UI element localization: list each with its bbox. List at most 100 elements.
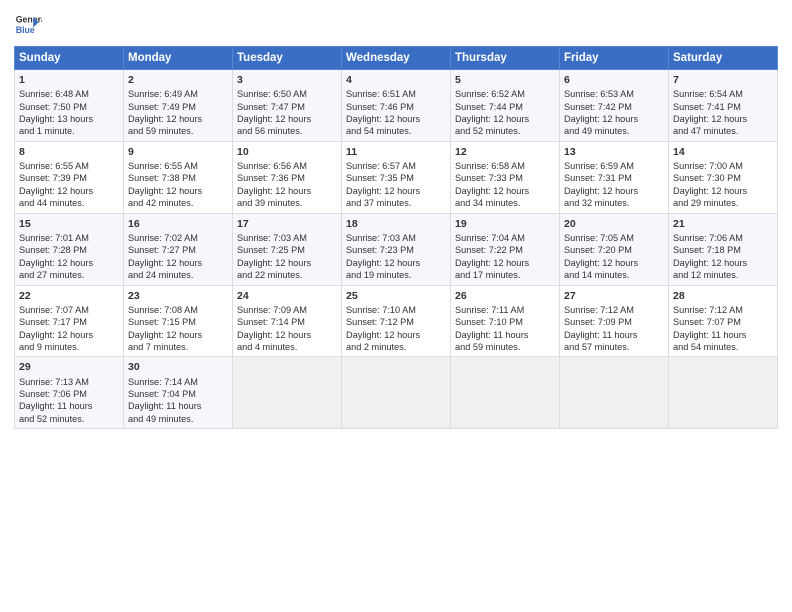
day-info-line: and 49 minutes. xyxy=(564,125,664,137)
calendar-table: SundayMondayTuesdayWednesdayThursdayFrid… xyxy=(14,46,778,429)
day-info-line: Daylight: 12 hours xyxy=(237,329,337,341)
calendar-cell: 3Sunrise: 6:50 AMSunset: 7:47 PMDaylight… xyxy=(233,70,342,142)
day-info-line: and 56 minutes. xyxy=(237,125,337,137)
day-info-line: Sunset: 7:15 PM xyxy=(128,316,228,328)
day-info-line: and 7 minutes. xyxy=(128,341,228,353)
day-number: 19 xyxy=(455,217,555,231)
calendar-cell: 19Sunrise: 7:04 AMSunset: 7:22 PMDayligh… xyxy=(451,213,560,285)
calendar-cell xyxy=(669,357,778,429)
day-number: 18 xyxy=(346,217,446,231)
calendar-cell: 30Sunrise: 7:14 AMSunset: 7:04 PMDayligh… xyxy=(124,357,233,429)
day-info-line: and 59 minutes. xyxy=(128,125,228,137)
calendar-cell: 22Sunrise: 7:07 AMSunset: 7:17 PMDayligh… xyxy=(15,285,124,357)
column-header-thursday: Thursday xyxy=(451,47,560,70)
calendar-cell: 11Sunrise: 6:57 AMSunset: 7:35 PMDayligh… xyxy=(342,141,451,213)
day-number: 30 xyxy=(128,360,228,374)
column-header-saturday: Saturday xyxy=(669,47,778,70)
day-info-line: Daylight: 12 hours xyxy=(128,113,228,125)
page-header: General Blue xyxy=(14,10,778,38)
day-info-line: Sunset: 7:09 PM xyxy=(564,316,664,328)
day-info-line: Daylight: 12 hours xyxy=(128,329,228,341)
day-info-line: Daylight: 11 hours xyxy=(19,400,119,412)
day-info-line: Daylight: 12 hours xyxy=(673,257,773,269)
day-info-line: Sunrise: 6:57 AM xyxy=(346,160,446,172)
day-info-line: Daylight: 11 hours xyxy=(673,329,773,341)
column-header-monday: Monday xyxy=(124,47,233,70)
day-info-line: and 52 minutes. xyxy=(19,413,119,425)
day-info-line: Daylight: 12 hours xyxy=(128,257,228,269)
calendar-cell: 24Sunrise: 7:09 AMSunset: 7:14 PMDayligh… xyxy=(233,285,342,357)
day-info-line: and 49 minutes. xyxy=(128,413,228,425)
calendar-cell: 27Sunrise: 7:12 AMSunset: 7:09 PMDayligh… xyxy=(560,285,669,357)
calendar-header-row: SundayMondayTuesdayWednesdayThursdayFrid… xyxy=(15,47,778,70)
day-info-line: and 27 minutes. xyxy=(19,269,119,281)
calendar-week-row: 1Sunrise: 6:48 AMSunset: 7:50 PMDaylight… xyxy=(15,70,778,142)
calendar-cell: 4Sunrise: 6:51 AMSunset: 7:46 PMDaylight… xyxy=(342,70,451,142)
day-info-line: and 54 minutes. xyxy=(673,341,773,353)
day-number: 3 xyxy=(237,73,337,87)
day-info-line: Sunrise: 6:49 AM xyxy=(128,88,228,100)
day-number: 5 xyxy=(455,73,555,87)
day-info-line: Sunrise: 6:58 AM xyxy=(455,160,555,172)
day-info-line: Sunset: 7:14 PM xyxy=(237,316,337,328)
day-info-line: Daylight: 12 hours xyxy=(19,329,119,341)
day-number: 9 xyxy=(128,145,228,159)
day-info-line: and 42 minutes. xyxy=(128,197,228,209)
day-number: 15 xyxy=(19,217,119,231)
calendar-cell: 2Sunrise: 6:49 AMSunset: 7:49 PMDaylight… xyxy=(124,70,233,142)
column-header-friday: Friday xyxy=(560,47,669,70)
day-info-line: Sunset: 7:28 PM xyxy=(19,244,119,256)
calendar-cell xyxy=(560,357,669,429)
day-info-line: and 17 minutes. xyxy=(455,269,555,281)
day-info-line: and 57 minutes. xyxy=(564,341,664,353)
day-info-line: and 2 minutes. xyxy=(346,341,446,353)
day-info-line: Daylight: 12 hours xyxy=(237,257,337,269)
day-info-line: Sunrise: 6:55 AM xyxy=(128,160,228,172)
day-info-line: Sunset: 7:04 PM xyxy=(128,388,228,400)
day-info-line: Sunset: 7:38 PM xyxy=(128,172,228,184)
calendar-cell: 13Sunrise: 6:59 AMSunset: 7:31 PMDayligh… xyxy=(560,141,669,213)
day-number: 29 xyxy=(19,360,119,374)
day-number: 23 xyxy=(128,289,228,303)
calendar-cell: 15Sunrise: 7:01 AMSunset: 7:28 PMDayligh… xyxy=(15,213,124,285)
day-info-line: and 14 minutes. xyxy=(564,269,664,281)
calendar-week-row: 15Sunrise: 7:01 AMSunset: 7:28 PMDayligh… xyxy=(15,213,778,285)
day-number: 2 xyxy=(128,73,228,87)
day-info-line: Daylight: 12 hours xyxy=(564,113,664,125)
day-number: 13 xyxy=(564,145,664,159)
day-number: 16 xyxy=(128,217,228,231)
day-info-line: Daylight: 12 hours xyxy=(673,113,773,125)
day-number: 7 xyxy=(673,73,773,87)
day-info-line: and 19 minutes. xyxy=(346,269,446,281)
day-info-line: Sunset: 7:20 PM xyxy=(564,244,664,256)
day-info-line: Sunset: 7:17 PM xyxy=(19,316,119,328)
day-number: 20 xyxy=(564,217,664,231)
day-info-line: Sunrise: 6:54 AM xyxy=(673,88,773,100)
day-info-line: Daylight: 12 hours xyxy=(455,113,555,125)
day-number: 28 xyxy=(673,289,773,303)
day-info-line: Daylight: 12 hours xyxy=(346,329,446,341)
day-info-line: Sunset: 7:36 PM xyxy=(237,172,337,184)
calendar-cell: 21Sunrise: 7:06 AMSunset: 7:18 PMDayligh… xyxy=(669,213,778,285)
calendar-cell: 26Sunrise: 7:11 AMSunset: 7:10 PMDayligh… xyxy=(451,285,560,357)
calendar-cell: 16Sunrise: 7:02 AMSunset: 7:27 PMDayligh… xyxy=(124,213,233,285)
day-info-line: Sunset: 7:44 PM xyxy=(455,101,555,113)
day-info-line: Daylight: 12 hours xyxy=(346,257,446,269)
calendar-cell: 12Sunrise: 6:58 AMSunset: 7:33 PMDayligh… xyxy=(451,141,560,213)
day-info-line: Sunset: 7:46 PM xyxy=(346,101,446,113)
day-info-line: Sunrise: 6:55 AM xyxy=(19,160,119,172)
day-info-line: Daylight: 12 hours xyxy=(673,185,773,197)
calendar-cell: 10Sunrise: 6:56 AMSunset: 7:36 PMDayligh… xyxy=(233,141,342,213)
day-number: 1 xyxy=(19,73,119,87)
day-info-line: Sunset: 7:50 PM xyxy=(19,101,119,113)
day-info-line: Sunrise: 6:53 AM xyxy=(564,88,664,100)
day-info-line: Daylight: 12 hours xyxy=(19,257,119,269)
calendar-cell: 8Sunrise: 6:55 AMSunset: 7:39 PMDaylight… xyxy=(15,141,124,213)
calendar-cell: 7Sunrise: 6:54 AMSunset: 7:41 PMDaylight… xyxy=(669,70,778,142)
day-info-line: Sunset: 7:30 PM xyxy=(673,172,773,184)
day-info-line: Sunset: 7:18 PM xyxy=(673,244,773,256)
day-info-line: Sunrise: 6:56 AM xyxy=(237,160,337,172)
calendar-week-row: 29Sunrise: 7:13 AMSunset: 7:06 PMDayligh… xyxy=(15,357,778,429)
day-info-line: and 4 minutes. xyxy=(237,341,337,353)
day-info-line: Sunset: 7:22 PM xyxy=(455,244,555,256)
